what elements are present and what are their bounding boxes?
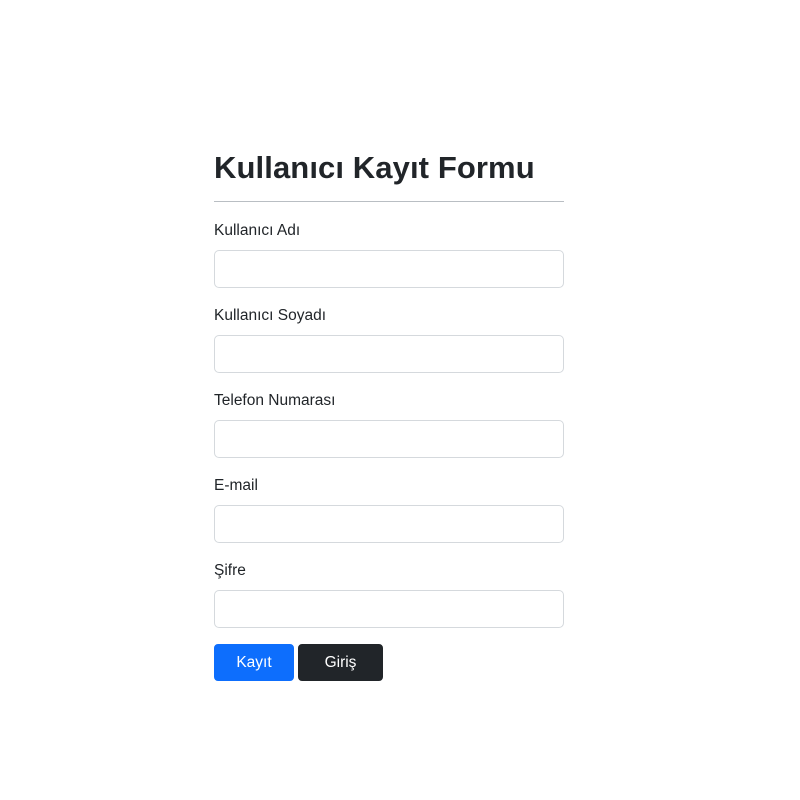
email-input[interactable] (214, 505, 564, 543)
field-email: E-mail (214, 476, 564, 543)
field-password: Şifre (214, 561, 564, 628)
field-first-name: Kullanıcı Adı (214, 221, 564, 288)
first-name-input[interactable] (214, 250, 564, 288)
first-name-label: Kullanıcı Adı (214, 222, 301, 239)
login-button[interactable]: Giriş Yap (298, 644, 383, 706)
registration-form: Kullanıcı Kayıt Formu Kullanıcı Adı Kull… (214, 146, 564, 706)
last-name-input[interactable] (214, 335, 564, 373)
field-phone: Telefon Numarası (214, 391, 564, 458)
last-name-label: Kullanıcı Soyadı (214, 307, 327, 324)
button-row: Kayıt Ol Giriş Yap (214, 644, 564, 706)
email-label: E-mail (214, 477, 258, 494)
field-last-name: Kullanıcı Soyadı (214, 306, 564, 373)
page-title: Kullanıcı Kayıt Formu (214, 150, 535, 185)
password-input[interactable] (214, 590, 564, 628)
register-button[interactable]: Kayıt Ol (214, 644, 294, 706)
phone-input[interactable] (214, 420, 564, 458)
phone-label: Telefon Numarası (214, 392, 336, 409)
title-divider (214, 201, 564, 202)
password-label: Şifre (214, 562, 246, 579)
